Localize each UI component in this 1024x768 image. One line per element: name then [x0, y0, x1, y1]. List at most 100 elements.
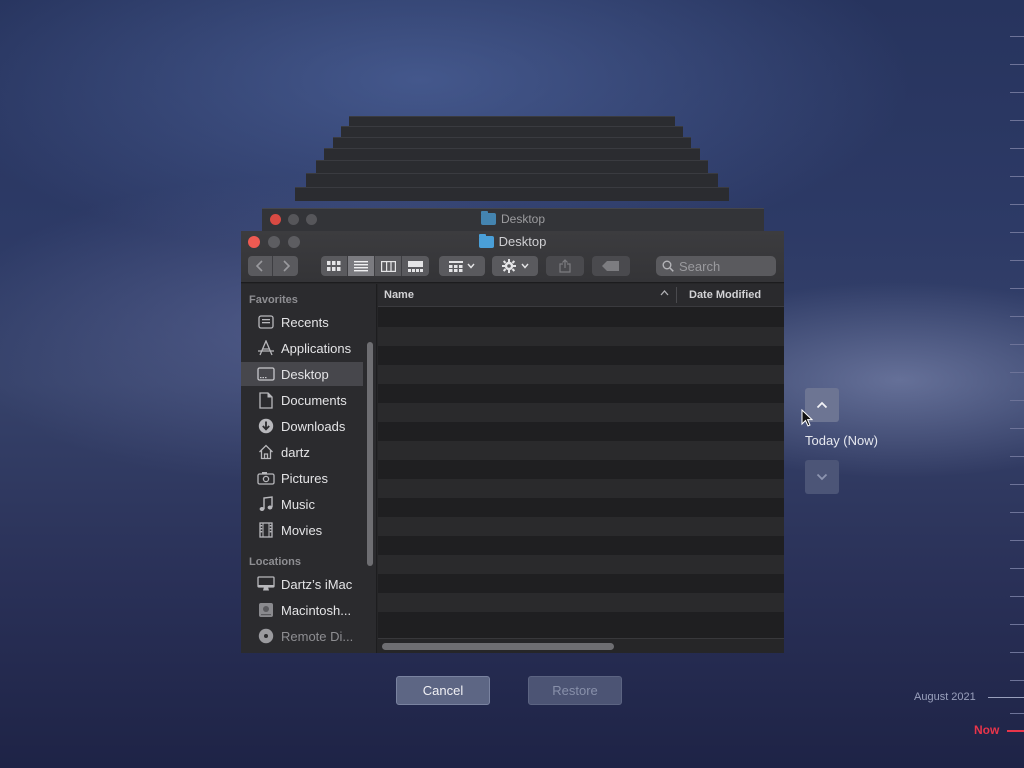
column-header-name[interactable]: Name — [384, 289, 414, 301]
search-field[interactable]: Search — [656, 256, 776, 276]
time-forward-button[interactable] — [805, 460, 839, 494]
sidebar-item-label: dartz — [281, 444, 310, 460]
sidebar-item-applications[interactable]: Applications — [241, 336, 363, 360]
chevron-down-icon — [467, 263, 475, 269]
timeline-month-tick[interactable] — [988, 697, 1024, 698]
timeline-tick[interactable] — [1010, 64, 1024, 65]
sidebar-item-movies[interactable]: Movies — [241, 518, 363, 542]
table-row — [378, 555, 784, 574]
timeline-tick[interactable] — [1010, 372, 1024, 373]
grid-icon — [449, 260, 463, 272]
timeline-tick[interactable] — [1010, 680, 1024, 681]
music-icon — [257, 495, 275, 513]
column-headers: Name Date Modified — [378, 284, 784, 307]
folder-icon — [480, 211, 496, 225]
chevron-down-icon — [520, 263, 529, 269]
column-header-date-modified[interactable]: Date Modified — [689, 289, 761, 301]
timeline-tick[interactable] — [1010, 713, 1024, 714]
horizontal-scroll-thumb[interactable] — [382, 643, 614, 650]
sidebar-item-pictures[interactable]: Pictures — [241, 466, 363, 490]
action-button[interactable] — [492, 256, 538, 276]
timeline-tick[interactable] — [1010, 260, 1024, 261]
remote-disc-icon — [257, 627, 275, 645]
timeline-tick[interactable] — [1010, 176, 1024, 177]
sidebar-item-imac[interactable]: Dartz’s iMac — [241, 572, 363, 596]
timeline-tick[interactable] — [1010, 36, 1024, 37]
documents-icon — [257, 391, 275, 409]
tag-button[interactable] — [592, 256, 630, 276]
table-row — [378, 403, 784, 422]
timeline-tick[interactable] — [1010, 512, 1024, 513]
sidebar-item-label: Downloads — [281, 418, 346, 434]
sidebar-item-dartz[interactable]: dartz — [241, 440, 363, 464]
table-row — [378, 593, 784, 612]
timeline-tick[interactable] — [1010, 232, 1024, 233]
chevron-right-icon — [282, 260, 290, 272]
icon-view-button[interactable] — [321, 256, 348, 276]
stacked-window[interactable] — [295, 187, 729, 201]
back-window-title-text: Desktop — [500, 212, 546, 226]
list-view-button[interactable] — [348, 256, 375, 276]
window-title-text: Desktop — [498, 234, 547, 249]
nav-buttons — [248, 256, 298, 276]
disk-icon — [257, 601, 275, 619]
timeline-tick[interactable] — [1010, 316, 1024, 317]
timeline-tick[interactable] — [1010, 484, 1024, 485]
sidebar-header-locations: Locations — [249, 556, 301, 568]
mouse-cursor-icon — [801, 409, 813, 427]
table-row — [378, 422, 784, 441]
horizontal-scrollbar[interactable] — [378, 638, 784, 653]
forward-button[interactable] — [273, 256, 298, 276]
timeline-tick[interactable] — [1010, 652, 1024, 653]
sidebar-item-label: Macintosh... — [281, 602, 352, 618]
share-icon — [559, 259, 571, 273]
timeline-tick[interactable] — [1010, 344, 1024, 345]
timeline-tick[interactable] — [1010, 568, 1024, 569]
timeline-tick[interactable] — [1010, 92, 1024, 93]
timeline-tick[interactable] — [1010, 428, 1024, 429]
sidebar-item-desktop[interactable]: Desktop — [241, 362, 363, 386]
restore-button[interactable]: Restore — [528, 676, 622, 705]
gallery-view-button[interactable] — [402, 256, 429, 276]
window-title: Desktop — [241, 233, 784, 249]
sidebar-item-remote-disc[interactable]: Remote Di... — [241, 624, 363, 648]
timeline-tick[interactable] — [1010, 456, 1024, 457]
timeline-now-marker[interactable] — [1007, 730, 1024, 732]
timeline-tick[interactable] — [1010, 288, 1024, 289]
column-divider[interactable] — [676, 287, 677, 303]
sidebar-item-recents[interactable]: Recents — [241, 310, 363, 334]
sidebar-item-music[interactable]: Music — [241, 492, 363, 516]
gear-icon — [501, 259, 516, 273]
stacked-window[interactable] — [306, 173, 718, 187]
sidebar-item-label: Desktop — [281, 366, 329, 382]
sidebar-item-label: Pictures — [281, 470, 328, 486]
gallery-icon — [408, 260, 423, 272]
sidebar-scrollbar[interactable] — [367, 342, 373, 566]
table-row — [378, 517, 784, 536]
group-by-button[interactable] — [439, 256, 485, 276]
table-row — [378, 365, 784, 384]
columns-icon — [380, 260, 396, 272]
timeline-tick[interactable] — [1010, 204, 1024, 205]
pictures-icon — [257, 469, 275, 487]
sidebar-item-downloads[interactable]: Downloads — [241, 414, 363, 438]
column-view-button[interactable] — [375, 256, 402, 276]
sidebar-item-macintosh-hd[interactable]: Macintosh... — [241, 598, 363, 622]
timeline-tick[interactable] — [1010, 120, 1024, 121]
timeline-now-label[interactable]: Now — [974, 723, 999, 737]
timeline-tick[interactable] — [1010, 624, 1024, 625]
icon-grid-icon — [327, 260, 341, 271]
cancel-button[interactable]: Cancel — [396, 676, 490, 705]
back-button[interactable] — [248, 256, 273, 276]
timeline-tick[interactable] — [1010, 540, 1024, 541]
list-lines-icon — [354, 260, 368, 271]
share-button[interactable] — [546, 256, 584, 276]
timeline-month-label[interactable]: August 2021 — [914, 691, 976, 703]
stacked-window[interactable] — [316, 160, 708, 174]
imac-icon — [257, 575, 275, 593]
timeline-tick[interactable] — [1010, 148, 1024, 149]
table-row — [378, 612, 784, 631]
sidebar-item-documents[interactable]: Documents — [241, 388, 363, 412]
timeline-tick[interactable] — [1010, 596, 1024, 597]
timeline-tick[interactable] — [1010, 400, 1024, 401]
